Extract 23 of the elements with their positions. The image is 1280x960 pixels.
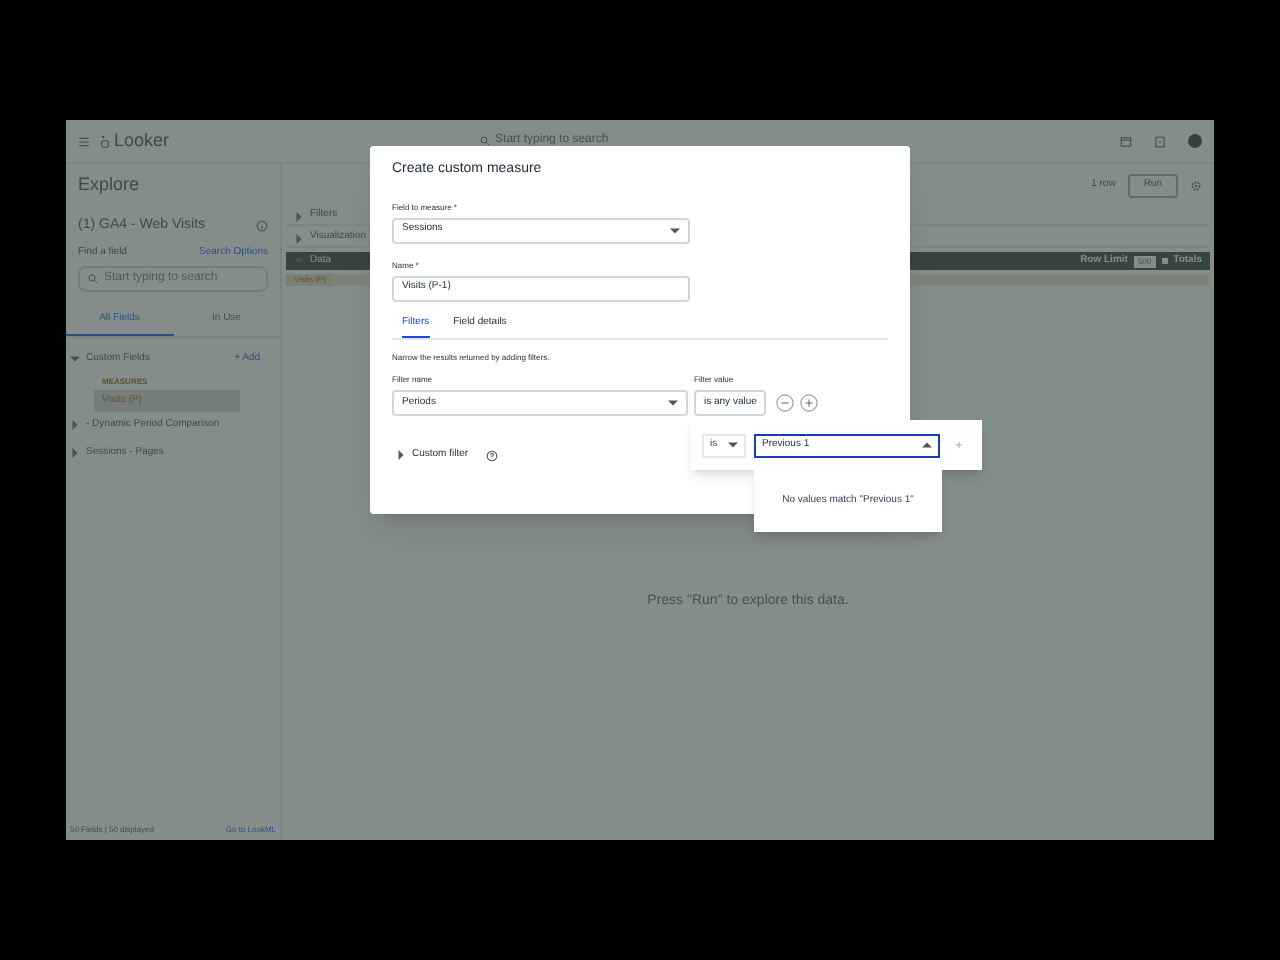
caret-down-icon: [668, 398, 678, 408]
caret-up-icon: [922, 440, 932, 450]
minus-circle-icon[interactable]: [776, 394, 795, 412]
caret-right-icon: [70, 447, 80, 458]
search-icon: [88, 273, 98, 283]
caret-down-icon: [728, 440, 738, 450]
caret-right-icon: [294, 233, 304, 243]
menu-icon[interactable]: [78, 135, 90, 147]
logo-mark-icon: [100, 133, 110, 149]
search-icon: [479, 136, 490, 146]
app-name: Looker: [114, 127, 170, 154]
caret-right-icon: [70, 420, 80, 431]
gear-icon[interactable]: [1190, 180, 1202, 192]
avatar-icon[interactable]: [1188, 134, 1202, 148]
caret-right-icon: [396, 450, 406, 461]
window-icon[interactable]: [1120, 135, 1132, 147]
page-title: Explore: [76, 172, 142, 198]
caret-down-icon: [70, 354, 80, 365]
plus-circle-icon[interactable]: [800, 394, 819, 412]
info-icon[interactable]: [256, 219, 268, 232]
plus-icon[interactable]: [954, 440, 964, 450]
totals-checkbox[interactable]: [1161, 258, 1168, 264]
caret-right-icon: [294, 211, 304, 221]
